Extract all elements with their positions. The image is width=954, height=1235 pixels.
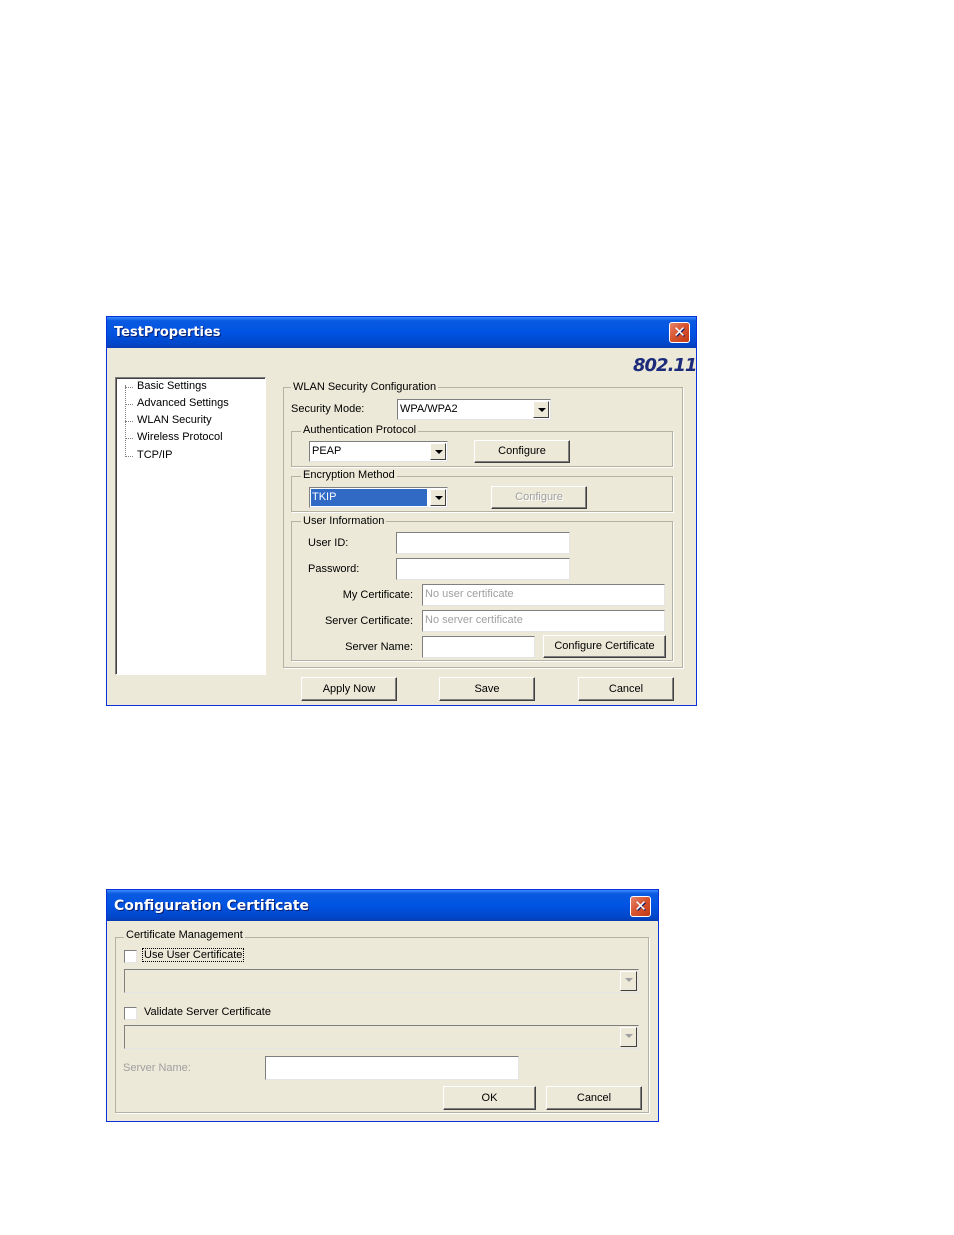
logo-802-11: 802.11	[633, 355, 697, 376]
auth-protocol-value: PEAP	[312, 445, 342, 457]
encryption-method-group-label: Encryption Method	[301, 469, 397, 481]
cancel-button[interactable]: Cancel	[546, 1086, 642, 1110]
tree-item-tcpip[interactable]: TCP/IP	[137, 449, 172, 461]
tree-item-basic-settings[interactable]: Basic Settings	[137, 380, 207, 392]
chevron-down-icon[interactable]	[533, 401, 549, 418]
chevron-down-icon[interactable]	[430, 489, 446, 506]
tree-item-wlan-security[interactable]: WLAN Security	[137, 414, 212, 426]
auth-protocol-select[interactable]: PEAP	[309, 441, 448, 462]
security-mode-select[interactable]: WPA/WPA2	[397, 399, 551, 420]
chevron-down-icon	[620, 971, 637, 991]
password-input[interactable]	[396, 558, 570, 580]
ok-button[interactable]: OK	[443, 1086, 536, 1110]
server-certificate-select	[124, 1025, 639, 1049]
encryption-configure-button[interactable]: Configure	[491, 486, 587, 509]
server-name-input[interactable]	[422, 636, 535, 658]
window-title: TestProperties	[114, 325, 221, 340]
validate-server-certificate-checkbox[interactable]	[124, 1007, 137, 1020]
my-certificate-label: My Certificate:	[342, 589, 413, 601]
close-icon[interactable]: ✕	[669, 322, 690, 343]
test-properties-dialog: TestProperties ✕ 802.11 Basic Settings A…	[106, 316, 697, 706]
save-button[interactable]: Save	[439, 677, 535, 701]
configure-certificate-button[interactable]: Configure Certificate	[543, 635, 666, 658]
my-certificate-field: No user certificate	[422, 584, 665, 606]
title-bar[interactable]: TestProperties ✕	[107, 317, 696, 348]
server-name-label: Server Name:	[345, 641, 413, 653]
encryption-method-value: TKIP	[311, 489, 427, 506]
security-mode-label: Security Mode:	[291, 403, 365, 415]
close-icon[interactable]: ✕	[630, 896, 651, 917]
auth-protocol-group-label: Authentication Protocol	[301, 424, 419, 436]
certificate-management-group-label: Certificate Management	[124, 929, 245, 941]
server-name-label: Server Name:	[123, 1062, 191, 1074]
server-certificate-label: Server Certificate:	[324, 615, 413, 627]
security-mode-value: WPA/WPA2	[400, 403, 458, 415]
wlan-security-group-label: WLAN Security Configuration	[291, 381, 439, 393]
tree-item-advanced-settings[interactable]: Advanced Settings	[137, 397, 229, 409]
chevron-down-icon	[620, 1027, 637, 1047]
user-information-group-label: User Information	[301, 515, 387, 527]
chevron-down-icon[interactable]	[430, 443, 446, 460]
settings-tree[interactable]: Basic Settings Advanced Settings WLAN Se…	[115, 377, 266, 675]
auth-configure-button[interactable]: Configure	[474, 440, 570, 463]
configuration-certificate-dialog: Configuration Certificate ✕ Certificate …	[106, 889, 659, 1122]
user-id-label: User ID:	[308, 537, 349, 549]
apply-now-button[interactable]: Apply Now	[301, 677, 397, 701]
cancel-button[interactable]: Cancel	[578, 677, 674, 701]
use-user-certificate-checkbox[interactable]	[124, 950, 137, 963]
server-name-input[interactable]	[265, 1056, 519, 1080]
validate-server-certificate-label[interactable]: Validate Server Certificate	[144, 1006, 271, 1018]
encryption-method-select[interactable]: TKIP	[309, 487, 448, 508]
user-certificate-select	[124, 969, 639, 993]
user-id-input[interactable]	[396, 532, 570, 554]
window-title: Configuration Certificate	[114, 898, 310, 914]
password-label: Password:	[308, 563, 360, 575]
use-user-certificate-label[interactable]: Use User Certificate	[141, 948, 245, 962]
server-certificate-field: No server certificate	[422, 610, 665, 632]
title-bar[interactable]: Configuration Certificate ✕	[107, 890, 658, 921]
tree-item-wireless-protocol[interactable]: Wireless Protocol	[137, 431, 223, 443]
